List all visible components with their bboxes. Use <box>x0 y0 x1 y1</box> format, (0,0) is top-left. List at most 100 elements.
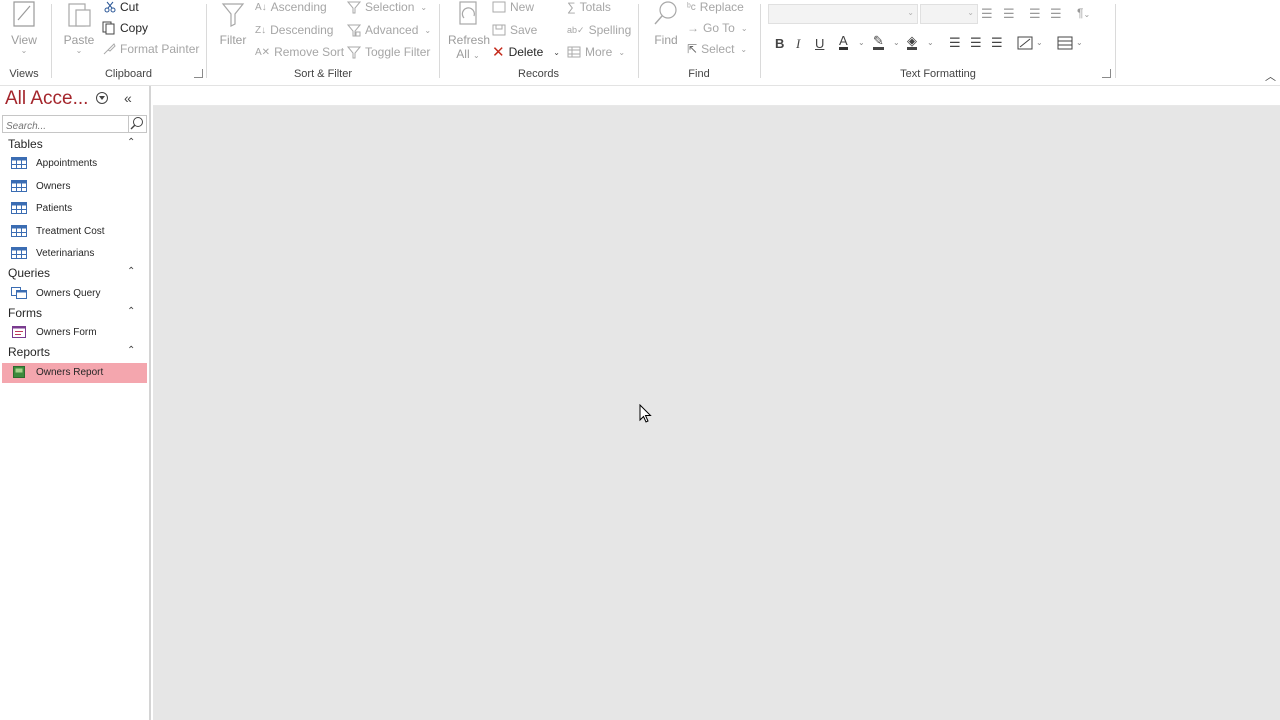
format-painter-label: Format Painter <box>120 42 200 56</box>
align-center-icon[interactable]: ☰ <box>970 35 982 51</box>
remove-sort-button[interactable]: A✕ Remove Sort <box>255 43 344 61</box>
chevron-double-up-icon: ⌃ <box>127 345 136 356</box>
find-button[interactable]: Find <box>649 0 683 47</box>
more-button[interactable]: More ⌄ <box>567 43 625 61</box>
toggle-filter-label: Toggle Filter <box>365 45 431 59</box>
chevron-down-icon[interactable]: ⌄ <box>893 38 900 47</box>
chevron-down-icon: ⌄ <box>75 46 83 55</box>
nav-item-patients[interactable]: Patients <box>2 199 147 219</box>
clipboard-group-label: Clipboard <box>104 68 153 80</box>
align-right-icon[interactable]: ☰ <box>991 35 1003 51</box>
delete-record-button[interactable]: ✕ Delete ⌄ <box>492 43 560 61</box>
bold-button[interactable]: B <box>775 36 784 51</box>
advanced-button[interactable]: Advanced ⌄ <box>347 21 431 39</box>
advanced-label: Advanced <box>365 23 419 37</box>
fill-color-icon[interactable]: ◈ <box>907 34 917 50</box>
filter-button[interactable]: Filter <box>217 0 249 47</box>
text-formatting-group: ⌄ ⌄ ☰ ☰ ☰ ☰ ¶⌄ B I U A ⌄ ✎ ⌄ ◈ ⌄ ☰ ☰ ☰ ⌄… <box>761 0 1115 84</box>
selection-filter-icon <box>347 1 361 14</box>
align-left-icon[interactable]: ☰ <box>949 35 961 51</box>
delete-x-icon: ✕ <box>492 44 505 61</box>
section-header-forms[interactable]: Forms ⌃ <box>0 304 148 324</box>
dialog-launcher-icon[interactable] <box>1102 69 1111 78</box>
nav-item-owners-form[interactable]: Owners Form <box>2 323 147 343</box>
chevron-down-icon[interactable]: ⌄ <box>858 38 865 47</box>
scissors-icon <box>104 1 116 13</box>
font-name-combo[interactable]: ⌄ <box>768 4 918 24</box>
refresh-all-button[interactable]: Refresh All ⌄ <box>448 0 491 61</box>
nav-pane-title[interactable]: All Acce... <box>5 88 88 110</box>
new-record-icon <box>492 1 506 13</box>
nav-item-label: Owners <box>36 181 71 192</box>
chevron-down-icon[interactable]: ⌄ <box>1036 38 1043 47</box>
shutter-bar-collapse-icon[interactable]: « <box>124 90 132 106</box>
chevron-down-icon[interactable]: ⌄ <box>927 38 934 47</box>
italic-button[interactable]: I <box>796 36 800 52</box>
section-header-reports[interactable]: Reports ⌃ <box>0 343 148 363</box>
selection-button[interactable]: Selection ⌄ <box>347 0 427 16</box>
chevron-down-icon[interactable]: ⌄ <box>1076 38 1083 47</box>
cut-button[interactable]: Cut <box>104 0 139 16</box>
bullets-icon[interactable]: ☰ <box>981 6 993 22</box>
nav-item-treatment-cost[interactable]: Treatment Cost <box>2 222 147 242</box>
section-header-queries[interactable]: Queries ⌃ <box>0 264 148 284</box>
format-painter-button[interactable]: Format Painter <box>102 40 199 58</box>
goto-button[interactable]: → Go To ⌄ <box>687 19 748 37</box>
nav-item-owners-report[interactable]: Owners Report <box>2 363 147 383</box>
toggle-filter-icon <box>347 46 361 59</box>
decrease-indent-icon[interactable]: ☰ <box>1029 6 1041 22</box>
gridlines-icon[interactable] <box>1057 36 1073 50</box>
refresh-label: Refresh <box>448 33 491 47</box>
nav-item-appointments[interactable]: Appointments <box>2 154 147 174</box>
highlight-icon[interactable]: ✎ <box>873 34 884 50</box>
descending-button[interactable]: Z↓ Descending <box>255 21 333 39</box>
nav-item-label: Appointments <box>36 158 98 169</box>
select-button[interactable]: ⇱ Select ⌄ <box>687 40 747 58</box>
chevron-down-icon: ⌄ <box>20 46 28 55</box>
increase-indent-icon[interactable]: ☰ <box>1050 6 1062 22</box>
view-button[interactable]: View ⌄ <box>6 0 42 55</box>
chevron-down-icon: ⌄ <box>420 2 428 12</box>
underline-button[interactable]: U <box>815 36 824 51</box>
nav-menu-dropdown-icon[interactable] <box>96 92 108 104</box>
new-record-button[interactable]: New <box>492 0 534 16</box>
magnifier-icon <box>654 1 677 25</box>
toggle-filter-button[interactable]: Toggle Filter <box>347 43 430 61</box>
chevron-down-icon: ⌄ <box>618 47 626 57</box>
spelling-check-icon: ab✓ <box>567 24 585 35</box>
chevron-double-up-icon: ⌃ <box>127 266 136 277</box>
totals-button[interactable]: ∑ Totals <box>567 0 611 16</box>
more-label: More <box>585 45 613 59</box>
form-icon <box>12 326 26 338</box>
find-group: Find ᵇc Replace → Go To ⌄ ⇱ Select ⌄ Find <box>639 0 759 84</box>
spelling-button[interactable]: ab✓ Spelling <box>567 21 631 39</box>
nav-item-veterinarians[interactable]: Veterinarians <box>2 244 147 264</box>
background-image-icon[interactable] <box>1017 36 1033 50</box>
save-record-button[interactable]: Save <box>492 21 537 39</box>
descending-label: Descending <box>270 23 334 37</box>
cut-label: Cut <box>120 0 139 14</box>
search-icon[interactable] <box>128 115 146 133</box>
report-icon <box>13 366 25 378</box>
paragraph-direction-icon[interactable]: ¶⌄ <box>1077 6 1090 20</box>
collapse-ribbon-icon[interactable]: ︿ <box>1265 68 1276 84</box>
font-color-button[interactable]: A <box>839 34 848 50</box>
copy-button[interactable]: Copy <box>102 19 148 37</box>
search-input[interactable] <box>3 118 129 135</box>
section-title: Tables <box>8 137 43 151</box>
section-title: Forms <box>8 306 42 320</box>
nav-item-owners[interactable]: Owners <box>2 177 147 197</box>
search-box <box>2 115 147 135</box>
dialog-launcher-icon[interactable] <box>194 69 203 78</box>
nav-item-label: Treatment Cost <box>36 226 105 237</box>
ascending-button[interactable]: A↓ Ascending <box>255 0 327 16</box>
save-label: Save <box>510 23 538 37</box>
replace-button[interactable]: ᵇc Replace <box>687 0 744 16</box>
section-title: Queries <box>8 266 51 280</box>
paste-button[interactable]: Paste ⌄ <box>62 0 96 55</box>
section-header-tables[interactable]: Tables ⌃ <box>0 135 148 155</box>
numbering-icon[interactable]: ☰ <box>1003 6 1015 22</box>
chevron-down-icon[interactable]: ⌄ <box>553 48 560 57</box>
nav-item-owners-query[interactable]: Owners Query <box>2 284 147 304</box>
font-size-combo[interactable]: ⌄ <box>920 4 978 24</box>
